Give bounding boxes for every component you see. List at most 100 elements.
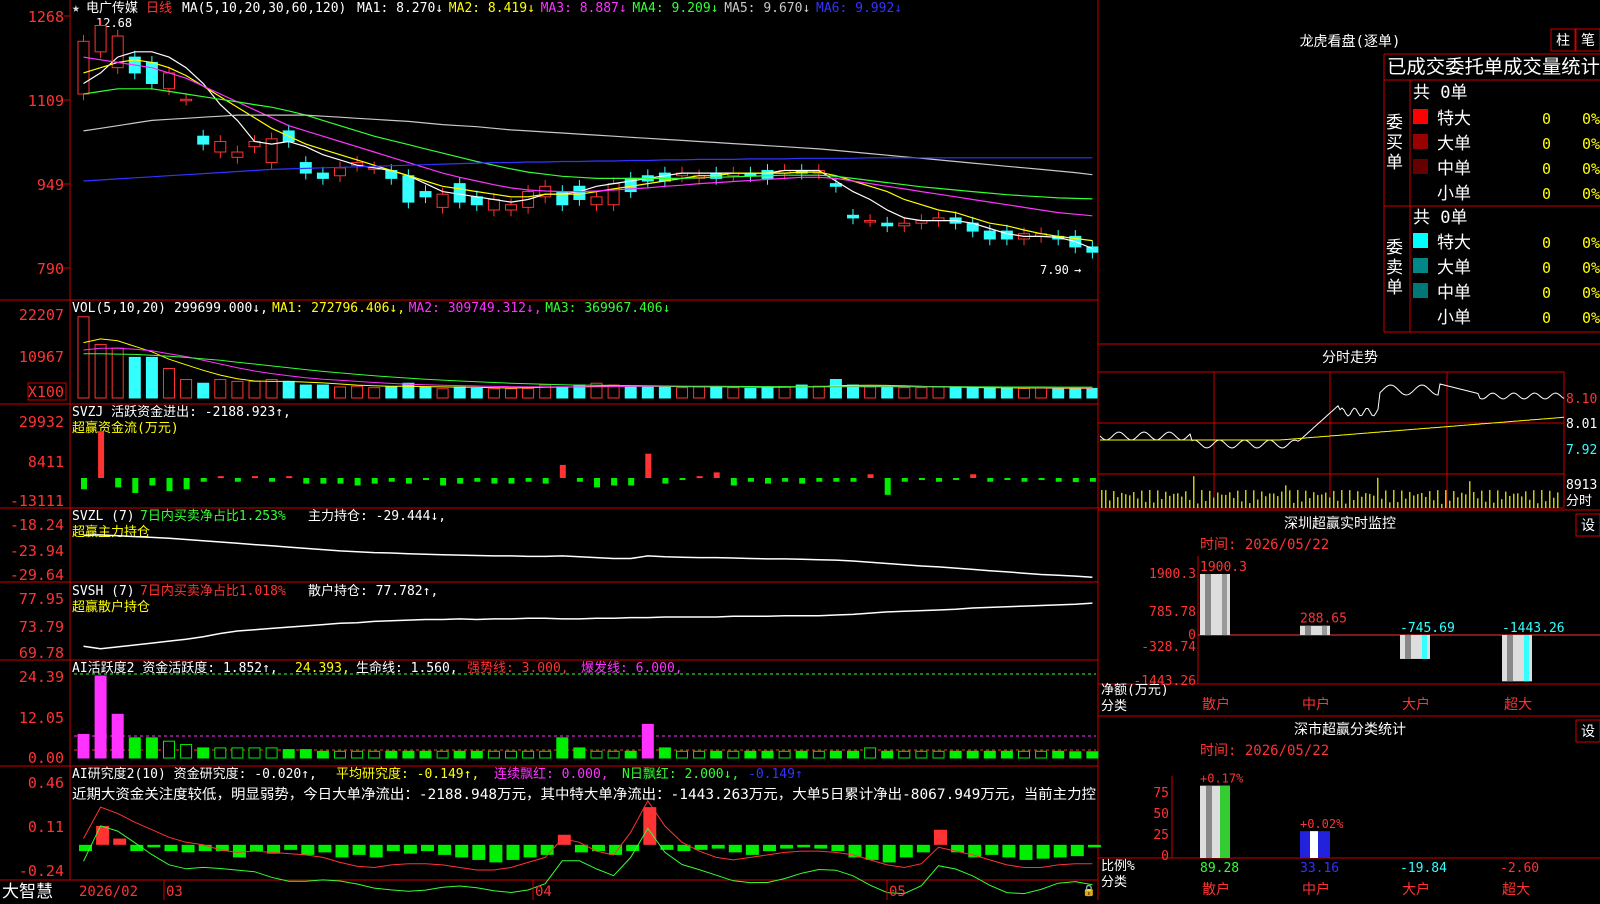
intraday-vol-bar (1321, 494, 1323, 508)
star-icon[interactable]: ★ (72, 1, 80, 16)
ma-header: MA(5,10,20,30,60,120) (182, 1, 346, 16)
ai1-tick: 24.39 (19, 668, 64, 686)
vol-ma-labels: MA1: 272796.406↓, MA2: 309749.312↓, MA3: 3… (272, 301, 670, 316)
intraday-vol-bar (1489, 490, 1491, 508)
intraday-vol-bar (1277, 496, 1279, 508)
ai2-bar (899, 844, 913, 858)
svzj-tick: 29932 (19, 413, 64, 431)
classify-settings-label: 设 (1581, 724, 1595, 740)
intraday-vol-bar (1557, 492, 1559, 508)
volume-bar (470, 387, 483, 399)
ai1-title: AI活跃度2 资金活跃度: 1.852↑, (72, 660, 278, 676)
price-axis-ticks (64, 15, 70, 269)
ai1-bar (983, 750, 996, 759)
vol-title: VOL(5,10,20) (72, 301, 166, 316)
ai2-bar (506, 844, 520, 860)
classify-bar-value: 33.16 (1300, 861, 1339, 876)
volume-bar (402, 382, 415, 399)
ai1-bar (539, 750, 552, 759)
lhb-subtitle: 已成交委托单成交量统计 (1387, 56, 1600, 78)
candle-body (163, 72, 175, 90)
intraday-vol-bar (1297, 490, 1299, 508)
intraday-vol-bar (1325, 492, 1327, 508)
volume-bar (1035, 387, 1048, 399)
intraday-vol-bar (1341, 490, 1343, 508)
lock-icon[interactable]: 🔒 (1082, 884, 1096, 897)
volume-bar (351, 385, 364, 399)
ma-label: MA4: 9.209↓ (632, 1, 718, 16)
intraday-vol-bar (1545, 501, 1547, 508)
intraday-vol-bar (1201, 490, 1203, 508)
volume-bars (77, 316, 1099, 399)
intraday-vol-bar (1109, 500, 1111, 508)
monitor-title: 深圳超赢实时监控 (1284, 515, 1396, 532)
order-row-count: 0 (1542, 234, 1551, 252)
ai1-bar (470, 750, 483, 759)
ai1-bar (419, 750, 432, 759)
ai1-bar (556, 737, 569, 759)
monitor-panel: 深圳超赢实时监控 设 时间: 2026/05/22 1900.3 785.78 … (1098, 513, 1600, 714)
svsh-title: SVSH (7) (72, 584, 135, 599)
order-row-label: 中单 (1437, 159, 1471, 179)
classify-bar-name: 超大 (1502, 882, 1530, 898)
intraday-vol-bar (1293, 502, 1295, 508)
volume-bar (231, 380, 244, 399)
intraday-vol-bar (1177, 493, 1179, 508)
ai2-axis: 0.46 0.11 -0.24 (19, 774, 64, 880)
candle-body (334, 167, 346, 177)
intraday-vol-bar (1381, 498, 1383, 508)
svzj-bar (987, 478, 994, 482)
svzj-bar (474, 478, 481, 482)
ai2-bar (386, 844, 400, 852)
intraday-vol-bar (1169, 495, 1171, 508)
volume-bar (128, 356, 141, 399)
volume-bar (436, 388, 449, 399)
svzj-bar (1055, 478, 1062, 482)
intraday-vol-bar (1337, 500, 1339, 508)
intraday-vol-bar (1477, 498, 1479, 508)
ai1-bar (505, 750, 517, 759)
intraday-vol-bar (1265, 496, 1267, 508)
order-row-count: 0 (1542, 110, 1551, 128)
monitor-bar-stripe (1205, 574, 1211, 635)
candle-body (983, 230, 996, 240)
intraday-avg-line (1100, 416, 1565, 441)
intraday-vol-bar (1505, 491, 1507, 508)
monitor-bar: 288.65 中户 (1300, 612, 1347, 713)
period-label[interactable]: 日线 (146, 1, 172, 16)
ai1-bar (282, 749, 295, 759)
svzj-bar (594, 478, 600, 488)
sell-side-label: 委 卖 单 (1386, 238, 1403, 298)
ai2-bar (113, 838, 127, 845)
ai2-bar (763, 844, 776, 852)
intraday-vol-bar (1165, 491, 1167, 508)
svzl-header: SVZL (7) 7日内买卖净占比1.253% 主力持仓: -29.444↓, … (72, 508, 446, 540)
svzj-bar (115, 478, 122, 488)
stock-name[interactable]: 电广传媒 (86, 1, 138, 16)
ai2-description: 近期大资金关注度较低，明显弱势，今日大单净流出：-2188.948万元，其中特大… (72, 786, 1096, 803)
price-tick: 1109 (28, 92, 64, 110)
order-color-swatch (1413, 233, 1428, 248)
ai1-bar (299, 749, 312, 759)
volume-bar (983, 387, 996, 399)
intraday-vol-bar (1453, 490, 1455, 508)
classify-panel: 深市超赢分类统计 设 时间: 2026/05/22 75 50 25 0 比例%… (1098, 719, 1600, 898)
order-row-label: 小单 (1437, 184, 1471, 204)
candle-body (197, 135, 210, 145)
ma-label: MA2: 8.419↓ (449, 1, 535, 16)
date-label: 04 (535, 884, 552, 900)
ai2-bar (797, 844, 811, 848)
svzj-tick: -13111 (10, 492, 64, 510)
ai2-bars (79, 807, 1101, 863)
svzj-bar (98, 431, 105, 478)
classify-bar-stripe (1310, 831, 1318, 858)
ai1-bar (761, 750, 774, 759)
buy-side-char: 买 (1386, 133, 1403, 153)
order-row-pct: 0% (1582, 309, 1600, 327)
intraday-vol-bar (1525, 491, 1527, 508)
volume-bar (966, 387, 979, 399)
ai2-avg: 平均研究度: -0.149↑, (336, 766, 479, 782)
candle-body (180, 98, 193, 102)
svzj-bar (149, 478, 156, 486)
svzj-bar (970, 474, 977, 478)
